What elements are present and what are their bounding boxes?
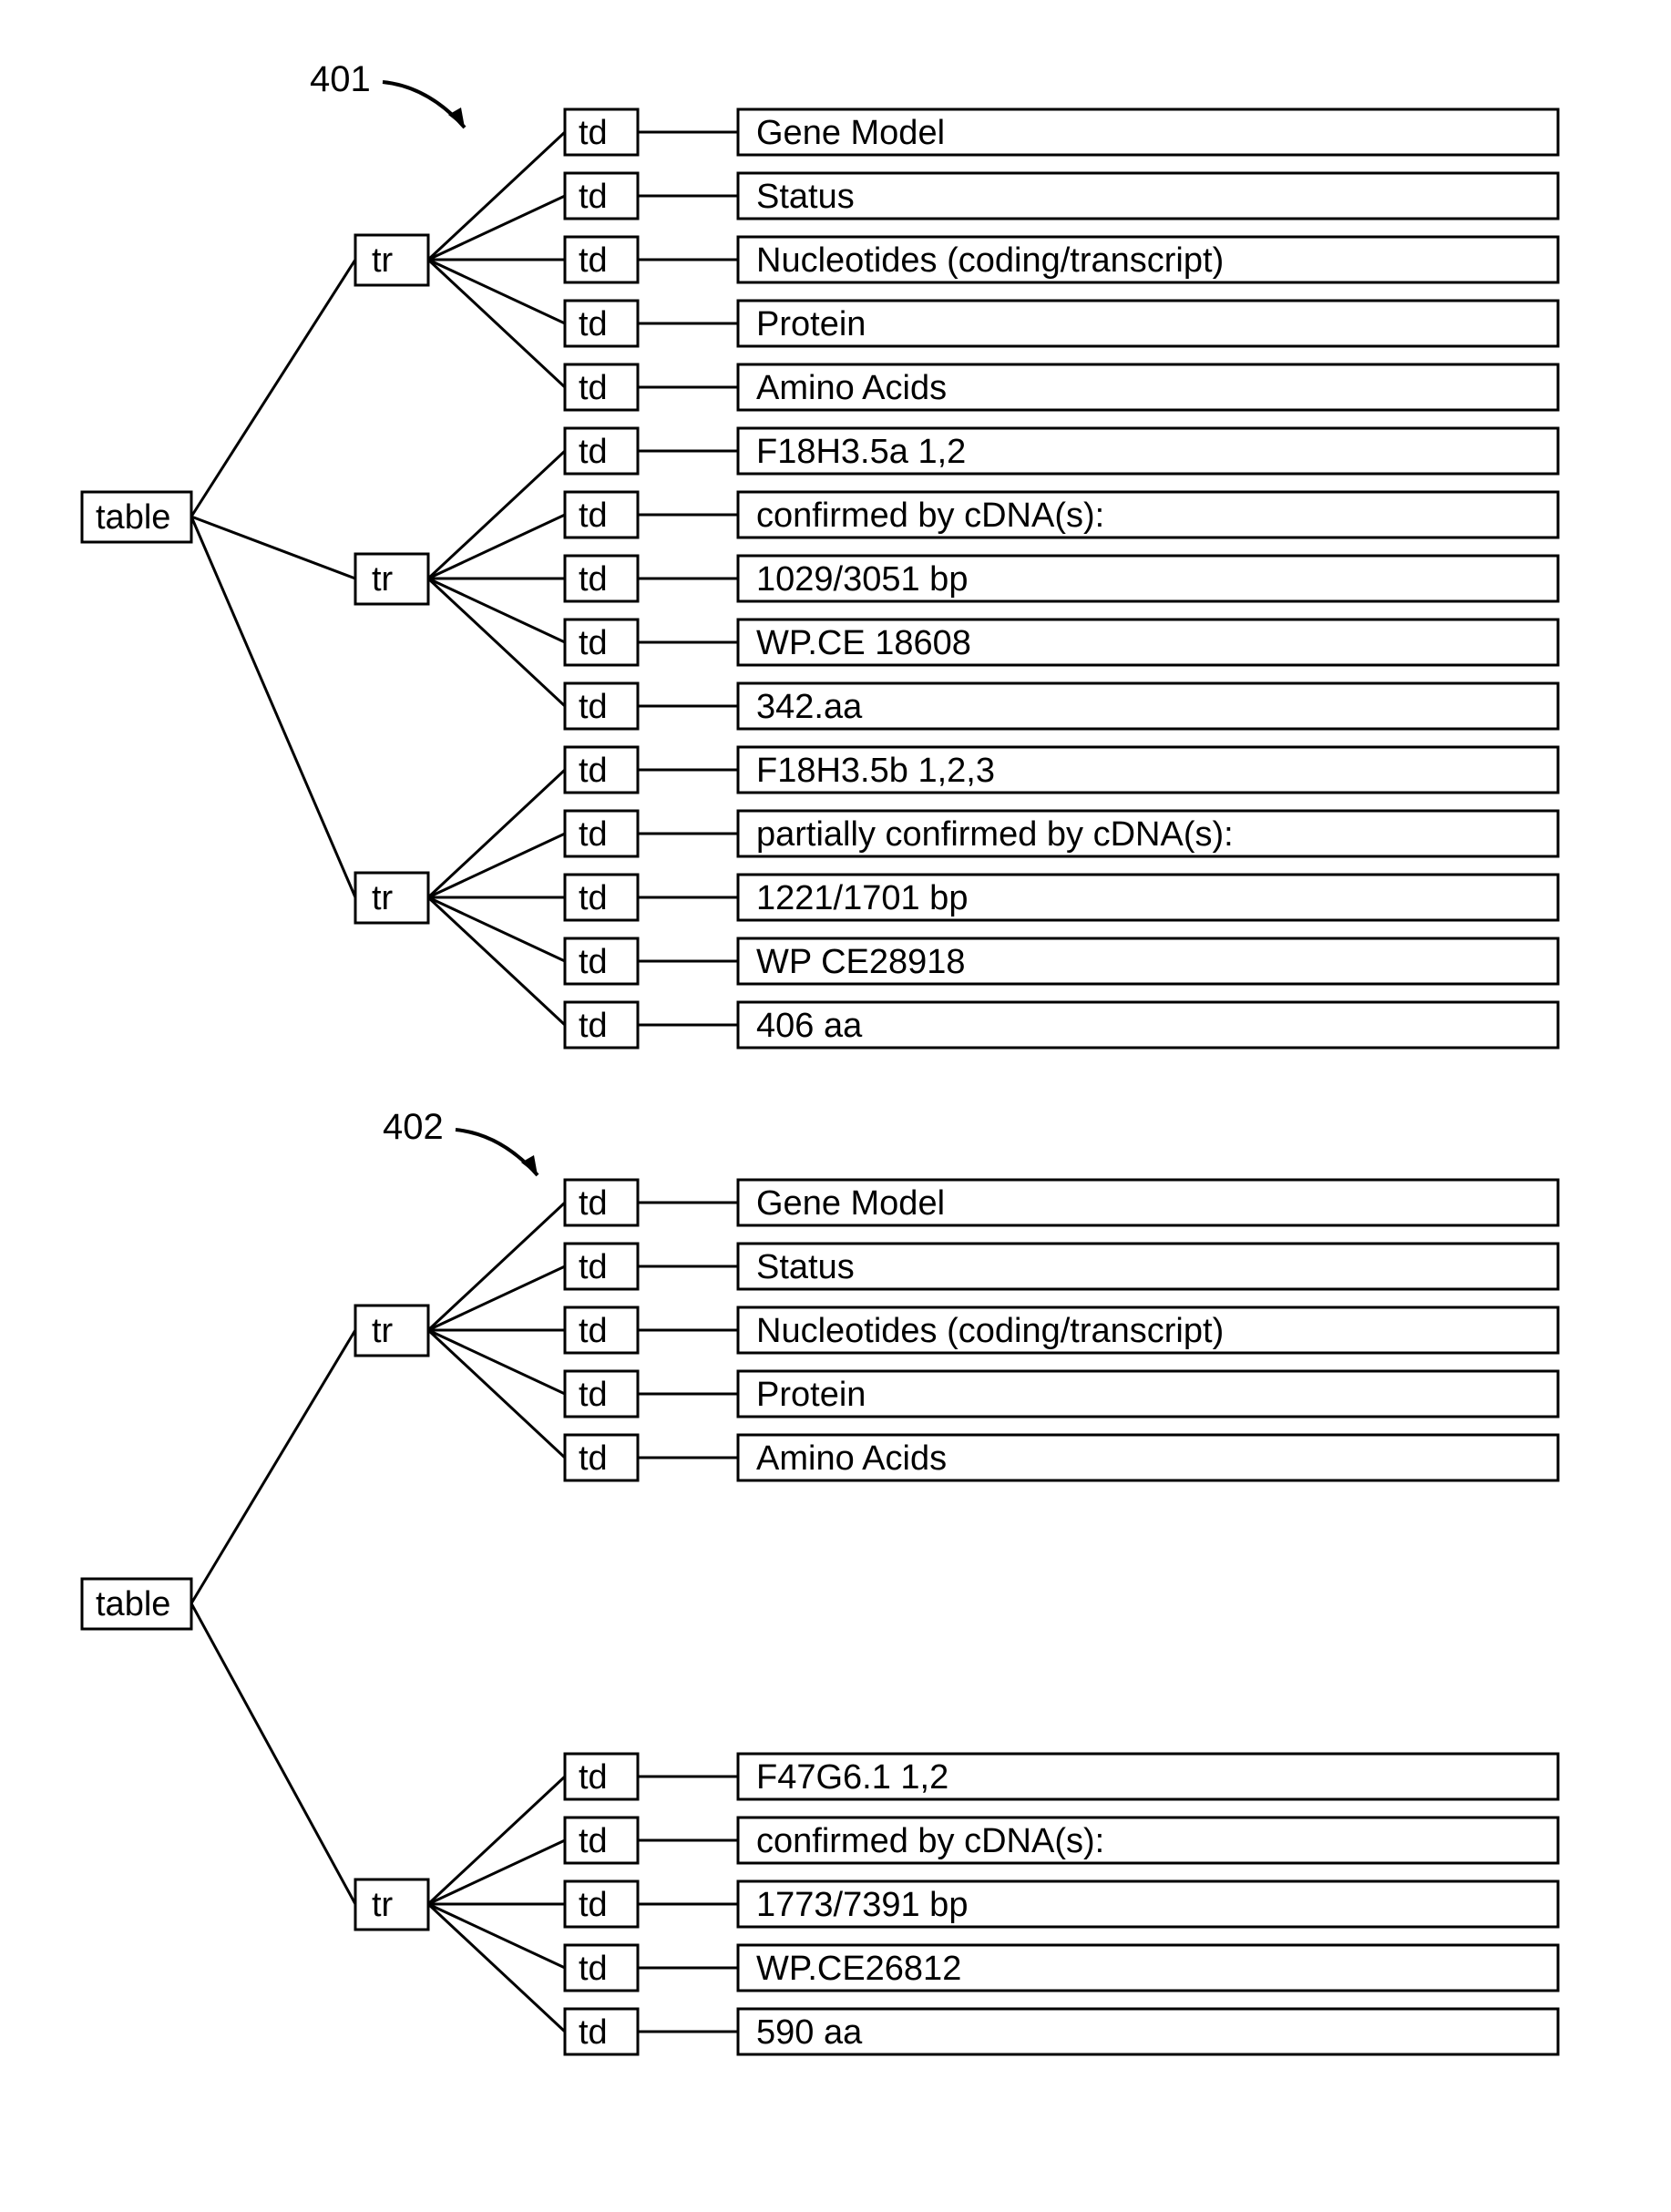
svg-text:Amino Acids: Amino Acids bbox=[756, 369, 947, 407]
link-table-tr-1-3 bbox=[191, 517, 355, 897]
svg-text:F18H3.5a 1,2: F18H3.5a 1,2 bbox=[756, 433, 966, 471]
ref-label-1: 401 bbox=[310, 59, 371, 99]
svg-text:td: td bbox=[579, 497, 608, 535]
svg-text:partially confirmed by cDNA(s): partially confirmed by cDNA(s): bbox=[756, 815, 1234, 854]
svg-text:td: td bbox=[579, 241, 608, 280]
svg-text:342.aa: 342.aa bbox=[756, 688, 863, 726]
ref-label-2: 402 bbox=[383, 1107, 444, 1147]
row-group-2-2: td F47G6.1 1,2 td confirmed by cDNA(s): … bbox=[428, 1754, 1558, 2054]
table-node-2-label: table bbox=[96, 1585, 170, 1623]
svg-text:td: td bbox=[579, 1248, 608, 1286]
link-table-tr-1-1 bbox=[191, 260, 355, 517]
svg-text:td: td bbox=[579, 1376, 608, 1414]
svg-text:Amino Acids: Amino Acids bbox=[756, 1439, 947, 1478]
svg-text:td: td bbox=[579, 305, 608, 343]
row-group-1-3: td F18H3.5b 1,2,3 td partially confirmed… bbox=[428, 747, 1558, 1048]
svg-text:td: td bbox=[579, 1822, 608, 1860]
tr-node-1-1-label: tr bbox=[372, 241, 394, 280]
svg-text:1029/3051 bp: 1029/3051 bp bbox=[756, 560, 968, 599]
svg-text:Protein: Protein bbox=[756, 305, 866, 343]
svg-text:td: td bbox=[579, 114, 608, 152]
svg-text:td: td bbox=[579, 815, 608, 854]
svg-text:confirmed by cDNA(s):: confirmed by cDNA(s): bbox=[756, 497, 1104, 535]
svg-text:td: td bbox=[579, 752, 608, 790]
ref-arrowhead-1 bbox=[448, 108, 465, 128]
svg-text:Nucleotides (coding/transcript: Nucleotides (coding/transcript) bbox=[756, 241, 1224, 280]
link-table-tr-2-1 bbox=[191, 1330, 355, 1603]
svg-text:td: td bbox=[579, 943, 608, 981]
svg-text:td: td bbox=[579, 1758, 608, 1797]
svg-text:td: td bbox=[579, 1007, 608, 1045]
svg-text:Status: Status bbox=[756, 1248, 855, 1286]
svg-text:td: td bbox=[579, 688, 608, 726]
svg-text:F47G6.1 1,2: F47G6.1 1,2 bbox=[756, 1758, 948, 1797]
tr-node-1-3-label: tr bbox=[372, 879, 394, 917]
svg-text:Protein: Protein bbox=[756, 1376, 866, 1414]
svg-text:Gene Model: Gene Model bbox=[756, 114, 945, 152]
tr-node-2-2-label: tr bbox=[372, 1886, 394, 1924]
svg-text:td: td bbox=[579, 879, 608, 917]
ref-arrowhead-2 bbox=[521, 1155, 538, 1175]
svg-text:406 aa: 406 aa bbox=[756, 1007, 863, 1045]
svg-text:WP.CE26812: WP.CE26812 bbox=[756, 1950, 961, 1988]
svg-text:1773/7391 bp: 1773/7391 bp bbox=[756, 1886, 968, 1924]
svg-text:WP CE28918: WP CE28918 bbox=[756, 943, 966, 981]
svg-text:Status: Status bbox=[756, 178, 855, 216]
svg-text:WP.CE 18608: WP.CE 18608 bbox=[756, 624, 971, 662]
link-table-tr-1-2 bbox=[191, 517, 355, 579]
svg-text:F18H3.5b 1,2,3: F18H3.5b 1,2,3 bbox=[756, 752, 995, 790]
svg-text:Gene Model: Gene Model bbox=[756, 1184, 945, 1223]
svg-text:Nucleotides (coding/transcript: Nucleotides (coding/transcript) bbox=[756, 1312, 1224, 1350]
ref-arrow-1 bbox=[383, 82, 465, 128]
link-table-tr-2-2 bbox=[191, 1603, 355, 1904]
svg-text:td: td bbox=[579, 178, 608, 216]
svg-text:td: td bbox=[579, 369, 608, 407]
svg-text:td: td bbox=[579, 560, 608, 599]
svg-text:td: td bbox=[579, 2013, 608, 2052]
tr-node-1-2-label: tr bbox=[372, 560, 394, 599]
tr-node-2-1-label: tr bbox=[372, 1312, 394, 1350]
svg-text:td: td bbox=[579, 1312, 608, 1350]
svg-text:1221/1701 bp: 1221/1701 bp bbox=[756, 879, 968, 917]
table-node-1-label: table bbox=[96, 498, 170, 537]
svg-text:td: td bbox=[579, 433, 608, 471]
row-group-1-2: td F18H3.5a 1,2 td confirmed by cDNA(s):… bbox=[428, 428, 1558, 729]
row-group-1-1: td Gene Model td Status td Nucleotides (… bbox=[428, 109, 1558, 410]
row-group-2-1: td Gene Model td Status td Nucleotides (… bbox=[428, 1180, 1558, 1480]
svg-text:td: td bbox=[579, 1886, 608, 1924]
svg-text:td: td bbox=[579, 624, 608, 662]
svg-text:td: td bbox=[579, 1439, 608, 1478]
svg-text:confirmed by cDNA(s):: confirmed by cDNA(s): bbox=[756, 1822, 1104, 1860]
svg-text:590 aa: 590 aa bbox=[756, 2013, 863, 2052]
svg-text:td: td bbox=[579, 1950, 608, 1988]
tree-diagram: 401 table tr tr tr td Gene Model td Stat… bbox=[55, 36, 1616, 2176]
svg-text:td: td bbox=[579, 1184, 608, 1223]
ref-arrow-2 bbox=[456, 1130, 538, 1175]
